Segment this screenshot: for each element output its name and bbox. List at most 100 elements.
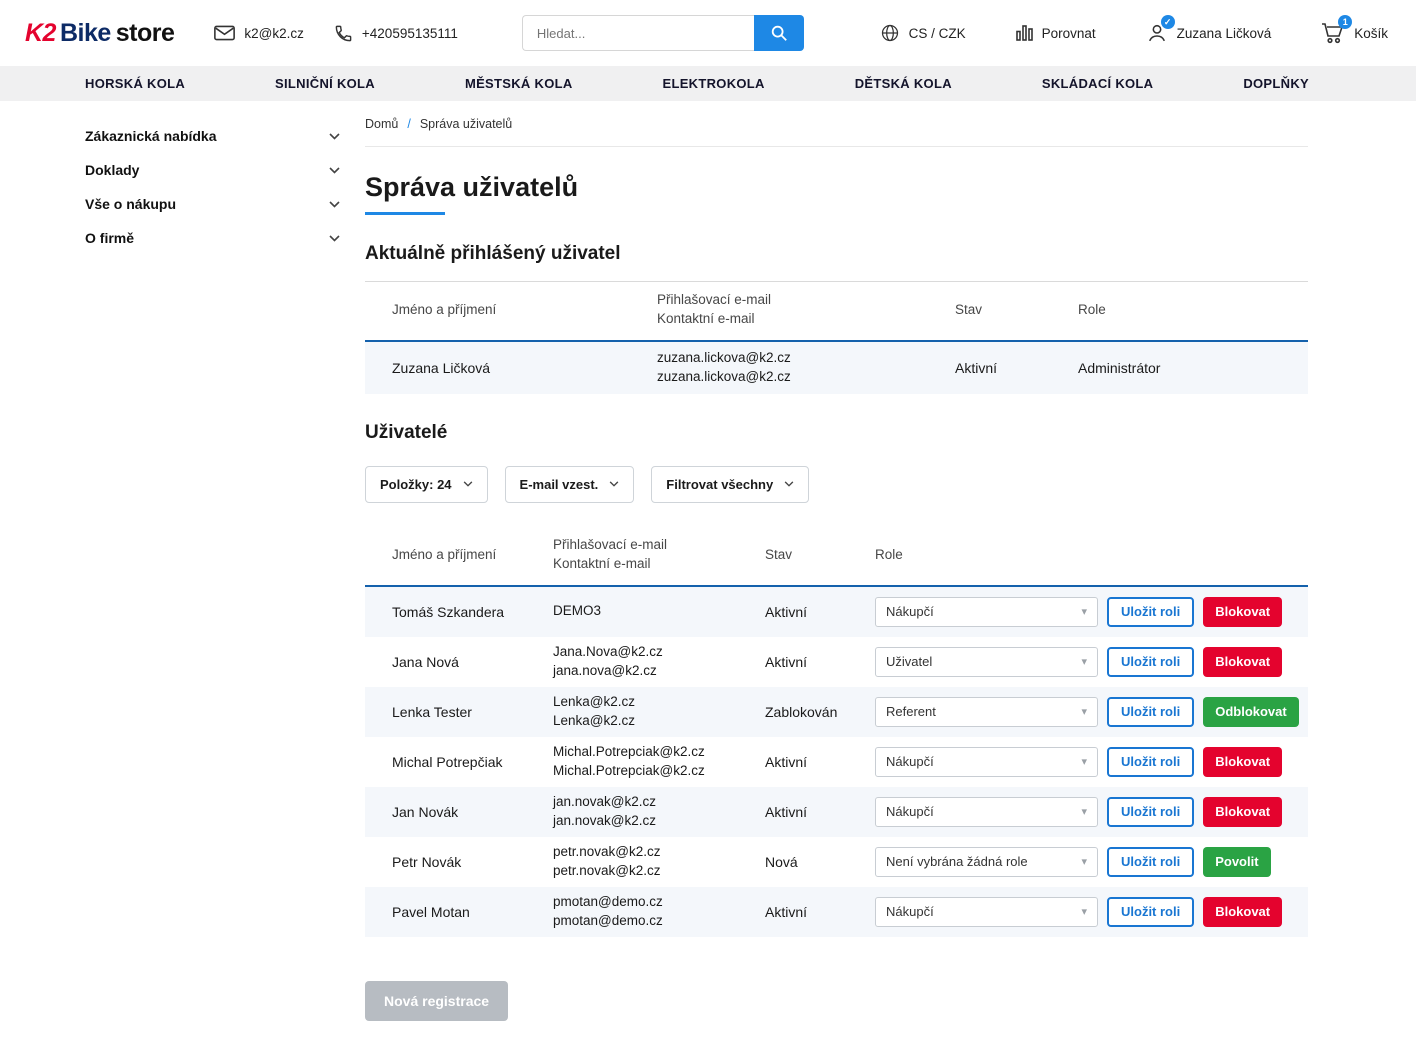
- role-select[interactable]: Není vybrána žádná role ▾: [875, 846, 1098, 877]
- block-button[interactable]: Blokovat: [1203, 746, 1283, 777]
- role-actions: Nákupčí ▾ Uložit roli Blokovat: [848, 796, 1308, 827]
- save-role-button[interactable]: Uložit roli: [1107, 696, 1195, 727]
- top-header: K2Bikestore k2@k2.cz +420595135111 CS / …: [0, 0, 1416, 66]
- login-email: zuzana.lickova@k2.cz: [657, 349, 791, 365]
- save-role-button[interactable]: Uložit roli: [1107, 746, 1195, 777]
- sidebar: Zákaznická nabídka Doklady Vše o nákupu …: [85, 101, 340, 1051]
- filter-dropdown[interactable]: Filtrovat všechny: [651, 465, 810, 503]
- user-emails: DEMO3: [526, 602, 738, 621]
- caret-down-icon: ▾: [1081, 606, 1087, 619]
- sidebar-item-zakaznicka-nabidka[interactable]: Zákaznická nabídka: [85, 119, 340, 153]
- save-role-button[interactable]: Uložit roli: [1107, 596, 1195, 627]
- login-email: Jana.Nova@k2.cz: [553, 643, 663, 659]
- role-select[interactable]: Referent ▾: [875, 696, 1098, 727]
- table-row: Tomáš Szkandera DEMO3 Aktivní Nákupčí ▾ …: [365, 586, 1308, 637]
- store-logo[interactable]: K2 Bike store: [25, 18, 175, 48]
- contact-phone-link[interactable]: +420595135111: [334, 24, 458, 43]
- role-actions: Nákupčí ▾ Uložit roli Blokovat: [848, 746, 1308, 777]
- contact-email: pmotan@demo.cz: [553, 912, 663, 928]
- compare-text: Porovnat: [1041, 25, 1096, 41]
- nav-item-silnicni-kola[interactable]: SILNIČNÍ KOLA: [275, 76, 375, 91]
- envelope-icon: [214, 25, 236, 41]
- search-button[interactable]: [753, 15, 804, 51]
- cart-link[interactable]: 1 Košík: [1321, 15, 1388, 44]
- allow-button[interactable]: Povolit: [1203, 846, 1271, 877]
- search-input[interactable]: [521, 15, 754, 51]
- table-row: Petr Novák petr.novak@k2.cz petr.novak@k…: [365, 837, 1308, 887]
- search-box: [521, 15, 804, 51]
- contact-email-link[interactable]: k2@k2.cz: [214, 25, 304, 41]
- nav-item-detska-kola[interactable]: DĚTSKÁ KOLA: [855, 76, 952, 91]
- login-email: jan.novak@k2.cz: [553, 793, 657, 809]
- nav-item-elektrokola[interactable]: ELEKTROKOLA: [663, 76, 765, 91]
- user-status: Aktivní: [765, 653, 808, 670]
- save-role-button[interactable]: Uložit roli: [1107, 846, 1195, 877]
- user-status: Zablokován: [765, 703, 838, 720]
- user-name: Michal Potrepčiak: [392, 753, 503, 770]
- sidebar-item-label: Vše o nákupu: [85, 196, 177, 212]
- col-name: Jméno a příjmení: [392, 547, 497, 563]
- logo-store: store: [115, 18, 175, 47]
- contact-email: zuzana.lickova@k2.cz: [657, 368, 791, 384]
- nav-item-doplnky[interactable]: DOPLŇKY: [1243, 76, 1309, 91]
- new-registration-button[interactable]: Nová registrace: [365, 980, 509, 1021]
- role-select[interactable]: Nákupčí ▾: [875, 746, 1098, 777]
- block-button[interactable]: Blokovat: [1203, 796, 1283, 827]
- block-button[interactable]: Blokovat: [1203, 596, 1283, 627]
- user-status: Aktivní: [765, 603, 808, 620]
- user-name: Jan Novák: [392, 803, 459, 820]
- role-select[interactable]: Nákupčí ▾: [875, 596, 1098, 627]
- chevron-down-icon: [329, 132, 340, 140]
- nav-item-mestska-kola[interactable]: MĚSTSKÁ KOLA: [465, 76, 573, 91]
- contact-phone-text: +420595135111: [361, 25, 458, 41]
- bar-chart-icon: [1015, 25, 1033, 41]
- cart-icon: 1: [1321, 15, 1353, 44]
- caret-down-icon: ▾: [1081, 656, 1087, 669]
- block-button[interactable]: Blokovat: [1203, 646, 1283, 677]
- contact-email-text: k2@k2.cz: [244, 25, 304, 41]
- cart-text: Košík: [1354, 25, 1388, 41]
- breadcrumb-home[interactable]: Domů: [365, 117, 398, 131]
- sidebar-item-o-firme[interactable]: O firmě: [85, 221, 340, 255]
- locale-switcher[interactable]: CS / CZK: [880, 23, 966, 43]
- page-size-dropdown[interactable]: Položky: 24: [365, 465, 488, 503]
- role-actions: Není vybrána žádná role ▾ Uložit roli Po…: [848, 846, 1308, 877]
- save-role-button[interactable]: Uložit roli: [1107, 896, 1195, 927]
- sidebar-item-vse-o-nakupu[interactable]: Vše o nákupu: [85, 187, 340, 221]
- user-emails: petr.novak@k2.cz petr.novak@k2.cz: [526, 843, 738, 881]
- user-status: Aktivní: [765, 803, 808, 820]
- col-role: Role: [1078, 302, 1106, 318]
- page-title: Správa uživatelů: [365, 172, 579, 202]
- block-button[interactable]: Blokovat: [1203, 896, 1283, 927]
- sidebar-item-doklady[interactable]: Doklady: [85, 153, 340, 187]
- compare-link[interactable]: Porovnat: [1015, 25, 1096, 41]
- role-select[interactable]: Nákupčí ▾: [875, 796, 1098, 827]
- current-user-heading: Aktuálně přihlášený uživatel: [365, 243, 621, 264]
- login-email: Michal.Potrepciak@k2.cz: [553, 743, 705, 759]
- nav-item-skladaci-kola[interactable]: SKLÁDACÍ KOLA: [1042, 76, 1154, 91]
- user-name: Jana Nová: [392, 653, 459, 670]
- role-select[interactable]: Nákupčí ▾: [875, 896, 1098, 927]
- table-row: Michal Potrepčiak Michal.Potrepciak@k2.c…: [365, 737, 1308, 787]
- save-role-button[interactable]: Uložit roli: [1107, 796, 1195, 827]
- chevron-down-icon: [463, 481, 473, 487]
- account-menu[interactable]: ✓ Zuzana Ličková: [1146, 15, 1271, 44]
- user-name: Pavel Motan: [392, 903, 470, 920]
- current-user-row: Zuzana Ličková zuzana.lickova@k2.cz zuza…: [365, 341, 1308, 394]
- nav-item-horska-kola[interactable]: HORSKÁ KOLA: [85, 76, 185, 91]
- sort-dropdown[interactable]: E-mail vzest.: [504, 465, 635, 503]
- role-select[interactable]: Uživatel ▾: [875, 646, 1098, 677]
- caret-down-icon: ▾: [1081, 756, 1087, 769]
- chevron-down-icon: [329, 234, 340, 242]
- login-email: pmotan@demo.cz: [553, 893, 663, 909]
- breadcrumb-current: Správa uživatelů: [419, 117, 513, 131]
- unblock-button[interactable]: Odblokovat: [1203, 696, 1299, 727]
- cart-count-badge: 1: [1338, 15, 1353, 29]
- user-emails: zuzana.lickova@k2.cz zuzana.lickova@k2.c…: [630, 349, 928, 387]
- breadcrumb: Domů / Správa uživatelů: [365, 101, 1308, 147]
- save-role-button[interactable]: Uložit roli: [1107, 646, 1195, 677]
- col-name: Jméno a příjmení: [392, 302, 497, 318]
- role-actions: Uživatel ▾ Uložit roli Blokovat: [848, 646, 1308, 677]
- caret-down-icon: ▾: [1081, 806, 1087, 819]
- role-select-value: Nákupčí: [886, 904, 934, 920]
